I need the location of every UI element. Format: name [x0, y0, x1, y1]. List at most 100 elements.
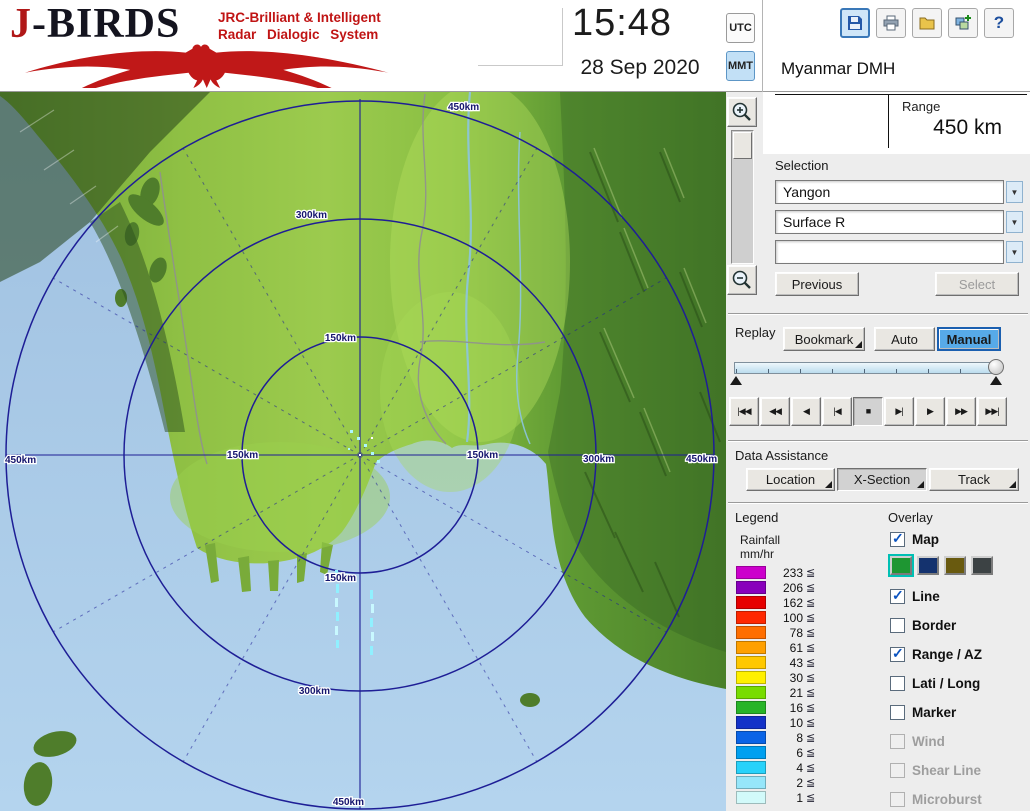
extra-select-arrow[interactable]: ▼ [1006, 241, 1023, 263]
previous-button[interactable]: Previous [775, 272, 859, 296]
product-combo: Surface R ▼ [775, 210, 1023, 234]
save-button[interactable] [840, 8, 870, 38]
export-image-button[interactable] [948, 8, 978, 38]
chevron-down-icon: ▼ [1011, 218, 1019, 227]
overlay-item-label: Map [912, 532, 939, 547]
legend-color-swatch [736, 791, 766, 804]
open-file-button[interactable] [912, 8, 942, 38]
xsection-button[interactable]: X-Section [837, 468, 927, 491]
checkbox[interactable] [890, 705, 905, 720]
zoom-slider-thumb[interactable] [733, 132, 752, 159]
checkbox[interactable] [890, 647, 905, 662]
overlay-item-range-az[interactable]: Range / AZ [890, 645, 982, 663]
checkbox[interactable] [890, 532, 905, 547]
legend-color-swatch [736, 626, 766, 639]
legend-color-swatch [736, 581, 766, 594]
extra-select[interactable] [775, 240, 1004, 264]
manual-button[interactable]: Manual [937, 327, 1001, 351]
ring-label: 150km [325, 573, 356, 584]
folder-icon [918, 14, 936, 32]
legend-row: 61≦ [736, 640, 815, 655]
legend-color-swatch [736, 701, 766, 714]
help-button[interactable]: ? [984, 8, 1014, 38]
legend-value: 78 [775, 626, 803, 640]
chevron-down-icon: ▼ [1011, 248, 1019, 257]
auto-button[interactable]: Auto [874, 327, 935, 351]
overlay-item-label: Wind [912, 734, 945, 749]
legend-value: 30 [775, 671, 803, 685]
map-color-swatch-navy[interactable] [917, 556, 939, 575]
control-panel: Range 450 km Selection Yangon ▼ Surface … [726, 92, 1030, 811]
map-color-swatch-olive[interactable] [944, 556, 966, 575]
track-button[interactable]: Track [929, 468, 1019, 491]
select-button[interactable]: Select [935, 272, 1019, 296]
map-color-swatch-gray[interactable] [971, 556, 993, 575]
legend-value: 21 [775, 686, 803, 700]
print-button[interactable] [876, 8, 906, 38]
logo-tagline-1: JRC-Brilliant & Intelligent [218, 10, 381, 25]
site-select-arrow[interactable]: ▼ [1006, 181, 1023, 203]
magnifier-minus-icon [731, 269, 753, 291]
overlay-item-border[interactable]: Border [890, 616, 956, 634]
legend-color-swatch [736, 641, 766, 654]
timeline-start-marker [730, 376, 742, 385]
map-color-swatch-green[interactable] [890, 556, 912, 575]
legend-value: 2 [775, 776, 803, 790]
replay-label: Replay [735, 325, 775, 340]
site-select[interactable]: Yangon [775, 180, 1004, 204]
legend-value: 4 [775, 761, 803, 775]
chevron-down-icon: ▼ [1011, 188, 1019, 197]
replay-slider-thumb[interactable] [988, 359, 1004, 375]
overlay-item-label: Marker [912, 705, 956, 720]
overlay-item-map[interactable]: Map [890, 530, 939, 548]
skip-to-end-button[interactable]: ▶▶| [977, 397, 1007, 426]
zoom-in-button[interactable] [727, 97, 757, 127]
ring-label: 300km [299, 686, 330, 697]
stop-button[interactable]: ■ [853, 397, 883, 426]
legend-value: 8 [775, 731, 803, 745]
ring-label: 450km [5, 455, 36, 466]
step-back-button[interactable]: |◀ [822, 397, 852, 426]
checkbox[interactable] [890, 589, 905, 604]
station-title: Myanmar DMH [781, 59, 895, 79]
utc-button[interactable]: UTC [726, 13, 755, 43]
fast-rewind-button[interactable]: ◀◀ [760, 397, 790, 426]
zoom-slider[interactable] [731, 130, 754, 264]
legend-lte: ≦ [806, 686, 815, 699]
clock-time: 15:48 [566, 2, 678, 45]
location-button[interactable]: Location [746, 468, 835, 491]
bookmark-button[interactable]: Bookmark [783, 327, 865, 351]
range-value: 450 km [846, 116, 1002, 140]
legend-color-swatch [736, 611, 766, 624]
product-select-arrow[interactable]: ▼ [1006, 211, 1023, 233]
play-reverse-button[interactable]: ◀ [791, 397, 821, 426]
product-select[interactable]: Surface R [775, 210, 1004, 234]
legend-lte: ≦ [806, 641, 815, 654]
radar-map[interactable]: 450km 300km 150km 150km 300km 450km 450k… [0, 92, 726, 811]
skip-to-start-button[interactable]: |◀◀ [729, 397, 759, 426]
overlay-item-line[interactable]: Line [890, 587, 940, 605]
app-logo: J-BIRDS [10, 0, 180, 48]
step-forward-button[interactable]: ▶| [884, 397, 914, 426]
zoom-out-button[interactable] [727, 265, 757, 295]
map-canvas: 450km 300km 150km 150km 300km 450km 450k… [0, 92, 726, 811]
overlay-item-lati-long[interactable]: Lati / Long [890, 674, 980, 692]
logo-birds: -BIRDS [32, 1, 180, 47]
play-button[interactable]: ▶ [915, 397, 945, 426]
overlay-item-label: Lati / Long [912, 676, 980, 691]
legend-color-swatch [736, 761, 766, 774]
checkbox [890, 734, 905, 749]
legend-value: 162 [775, 596, 803, 610]
overlay-item-label: Range / AZ [912, 647, 982, 662]
overlay-item-marker[interactable]: Marker [890, 703, 956, 721]
legend-lte: ≦ [806, 581, 815, 594]
checkbox[interactable] [890, 618, 905, 633]
legend-color-swatch [736, 671, 766, 684]
separator [728, 313, 1028, 315]
playback-controls: |◀◀ ◀◀ ◀ |◀ ■ ▶| ▶ ▶▶ ▶▶| [729, 397, 1007, 426]
legend-lte: ≦ [806, 626, 815, 639]
checkbox[interactable] [890, 676, 905, 691]
fast-forward-button[interactable]: ▶▶ [946, 397, 976, 426]
legend-row: 43≦ [736, 655, 815, 670]
mmt-button[interactable]: MMT [726, 51, 755, 81]
